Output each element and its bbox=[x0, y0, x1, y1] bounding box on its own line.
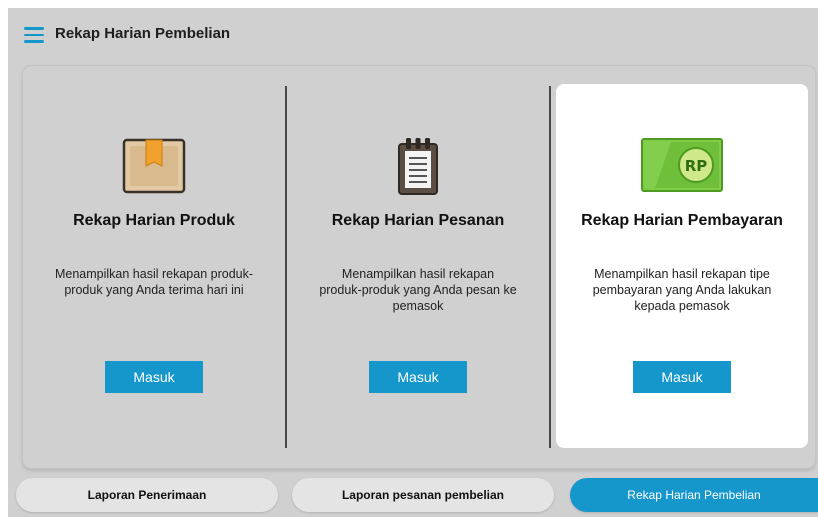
masuk-button-pembayaran[interactable]: Masuk bbox=[633, 361, 731, 393]
card-rekap-pembayaran: RP Rekap Harian Pembayaran Menampilkan h… bbox=[556, 84, 808, 448]
card-rekap-pesanan: Rekap Harian Pesanan Menampilkan hasil r… bbox=[287, 66, 549, 468]
bottom-tab-bar: Laporan Penerimaan Laporan pesanan pembe… bbox=[8, 478, 818, 514]
divider bbox=[549, 86, 551, 448]
tab-rekap-harian-pembelian[interactable]: Rekap Harian Pembelian bbox=[570, 478, 818, 512]
top-bar: Rekap Harian Pembelian bbox=[8, 8, 818, 64]
page-title: Rekap Harian Pembelian bbox=[55, 25, 231, 42]
card-description: Menampilkan hasil rekapan produk-produk … bbox=[319, 267, 517, 313]
card-description: Menampilkan hasil rekapan tipe pembayara… bbox=[592, 267, 772, 313]
hamburger-menu-icon[interactable] bbox=[24, 27, 44, 43]
card-title: Rekap Harian Pesanan bbox=[331, 212, 505, 229]
card-panel: Rekap Harian Produk Menampilkan hasil re… bbox=[23, 66, 815, 468]
app-window: Rekap Harian Pembelian Rekap Harian Prod… bbox=[8, 8, 818, 517]
masuk-button-produk[interactable]: Masuk bbox=[105, 361, 203, 393]
box-icon bbox=[122, 136, 186, 196]
masuk-button-pesanan[interactable]: Masuk bbox=[369, 361, 467, 393]
tab-laporan-penerimaan[interactable]: Laporan Penerimaan bbox=[16, 478, 278, 512]
notepad-icon bbox=[396, 136, 440, 196]
card-title: Rekap Harian Pembayaran bbox=[581, 212, 783, 229]
card-description: Menampilkan hasil rekapan produk-produk … bbox=[54, 267, 254, 297]
card-title: Rekap Harian Produk bbox=[73, 212, 235, 229]
money-rp-text: RP bbox=[685, 157, 708, 175]
tab-laporan-pesanan-pembelian[interactable]: Laporan pesanan pembelian bbox=[292, 478, 554, 512]
card-rekap-produk: Rekap Harian Produk Menampilkan hasil re… bbox=[23, 66, 285, 468]
money-rp-icon: RP bbox=[641, 136, 723, 194]
